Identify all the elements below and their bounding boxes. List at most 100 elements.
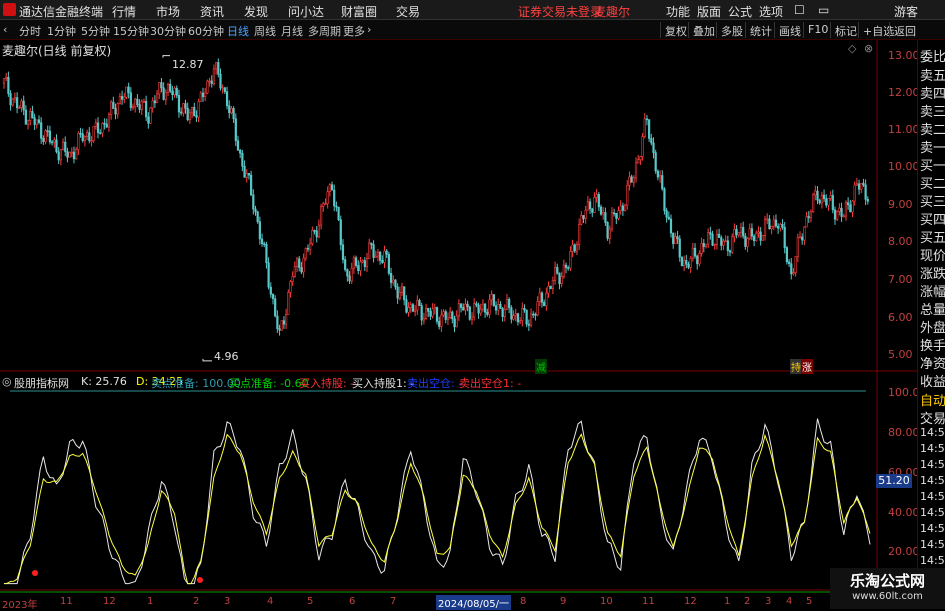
candle-body (654, 152, 657, 172)
panel-item[interactable]: 委比 (920, 46, 945, 65)
f10-button[interactable]: F10 (803, 22, 832, 38)
login-warning[interactable]: 证券交易未登录 (518, 3, 602, 20)
candle-body (818, 199, 821, 204)
back-button[interactable]: 返回 (889, 22, 920, 38)
candle-body (844, 202, 848, 217)
menu-faxian[interactable]: 发现 (244, 3, 268, 20)
candle-body (300, 267, 303, 273)
menu-shichang[interactable]: 市场 (156, 3, 180, 20)
candle-body (271, 293, 275, 300)
menu-gongneng[interactable]: 功能 (666, 3, 690, 20)
menu-xuanxiang[interactable]: 选项 (759, 3, 783, 20)
indicator-name[interactable]: 股朋指标网 (14, 375, 69, 391)
candle-body (634, 162, 638, 179)
candle-body (287, 292, 290, 315)
trade-time: 14:56 (920, 426, 945, 439)
menu-hangqing[interactable]: 行情 (112, 3, 136, 20)
candle-body (481, 303, 485, 310)
candle-body (383, 250, 386, 263)
panel-item: 买五 (920, 231, 945, 246)
candle-body (341, 244, 345, 260)
chevron-right-icon[interactable]: › (367, 23, 371, 36)
candle-body (241, 152, 244, 167)
candle-body (79, 132, 82, 135)
candle-body (866, 199, 869, 202)
candle-body (486, 311, 489, 315)
candle-body (210, 80, 213, 85)
ind-y-tick: 80.00 (888, 426, 920, 439)
candle-body (158, 82, 161, 95)
k-line (4, 418, 871, 585)
x-tick: 8 (520, 596, 527, 607)
candle-body (599, 206, 603, 215)
candle-body (149, 107, 152, 124)
fuquan-button[interactable]: 复权 (660, 22, 691, 38)
candle-body (737, 231, 740, 236)
tongji-button[interactable]: 统计 (745, 22, 776, 38)
period-more[interactable]: 更多 (343, 23, 365, 39)
candle-body (744, 235, 747, 247)
candle-body (663, 188, 666, 211)
guest-login[interactable]: 游客 (894, 3, 918, 20)
period-15min[interactable]: 15分钟 (113, 23, 149, 39)
candle-body (842, 215, 845, 218)
x-axis: 2023年 11 12 1 2 3 4 5 6 7 2024/08/05/一 8… (0, 595, 917, 611)
candle-body (545, 292, 548, 307)
candle-body (199, 92, 202, 102)
panel-item: 涨跌 (920, 267, 945, 282)
menu-jiaoyi[interactable]: 交易 (396, 3, 420, 20)
duogu-button[interactable]: 多股 (716, 22, 747, 38)
candle-body (556, 267, 559, 274)
biaoji-button[interactable]: 标记 (830, 22, 861, 38)
indicator-buy-hold1: 买入持股1: - (352, 377, 415, 390)
candle-body (219, 73, 222, 89)
period-5min[interactable]: 5分钟 (81, 23, 110, 39)
menu-caifuquan[interactable]: 财富圈 (341, 3, 377, 20)
period-weekly[interactable]: 周线 (254, 23, 276, 39)
y-tick: 12.00 (888, 86, 920, 99)
period-30min[interactable]: 30分钟 (150, 23, 186, 39)
candle-body (346, 269, 349, 277)
period-fenshi[interactable]: 分时 (19, 23, 41, 39)
candle-body (70, 151, 73, 154)
huaxian-button[interactable]: 画线 (774, 22, 805, 38)
menu-wenxiaoda[interactable]: 问小达 (288, 3, 324, 20)
toolbar-prev-icon[interactable]: ‹ (3, 23, 7, 36)
trade-label[interactable]: 交易 (920, 408, 945, 427)
menu-gongshi[interactable]: 公式 (728, 3, 752, 20)
x-tick: 6 (349, 596, 356, 607)
period-1min[interactable]: 1分钟 (47, 23, 76, 39)
candle-body (512, 315, 515, 320)
window-icon[interactable]: ▭ (818, 3, 829, 17)
candle-body (245, 172, 248, 178)
candle-body (822, 194, 826, 199)
candle-body (586, 201, 589, 211)
menu-zixun[interactable]: 资讯 (200, 3, 224, 20)
candle-body (731, 236, 734, 253)
menu-banmian[interactable]: 版面 (697, 3, 721, 20)
candle-body (370, 242, 373, 245)
candle-body (317, 224, 321, 238)
candle-body (44, 130, 47, 142)
candle-body (510, 307, 513, 320)
diejia-button[interactable]: 叠加 (688, 22, 719, 38)
bell-icon[interactable]: ☐ (794, 3, 805, 17)
candle-body (155, 93, 159, 104)
panel-item: 卖四 (920, 87, 945, 102)
candle-body (306, 247, 310, 250)
candle-body (151, 100, 154, 109)
period-monthly[interactable]: 月线 (281, 23, 303, 39)
candle-body (333, 189, 336, 207)
period-60min[interactable]: 60分钟 (188, 23, 224, 39)
auto-trade-label[interactable]: 自动 (920, 390, 945, 409)
candle-body (177, 95, 181, 113)
candle-body (424, 308, 428, 319)
period-multi[interactable]: 多周期 (308, 23, 341, 39)
candle-body (752, 235, 756, 242)
indicator-settings-icon[interactable]: ◎ (2, 375, 12, 388)
chart-svg[interactable] (0, 40, 917, 609)
period-daily[interactable]: 日线 (227, 23, 249, 39)
candle-body (709, 232, 712, 235)
candle-body (57, 151, 60, 161)
candle-body (816, 190, 819, 201)
